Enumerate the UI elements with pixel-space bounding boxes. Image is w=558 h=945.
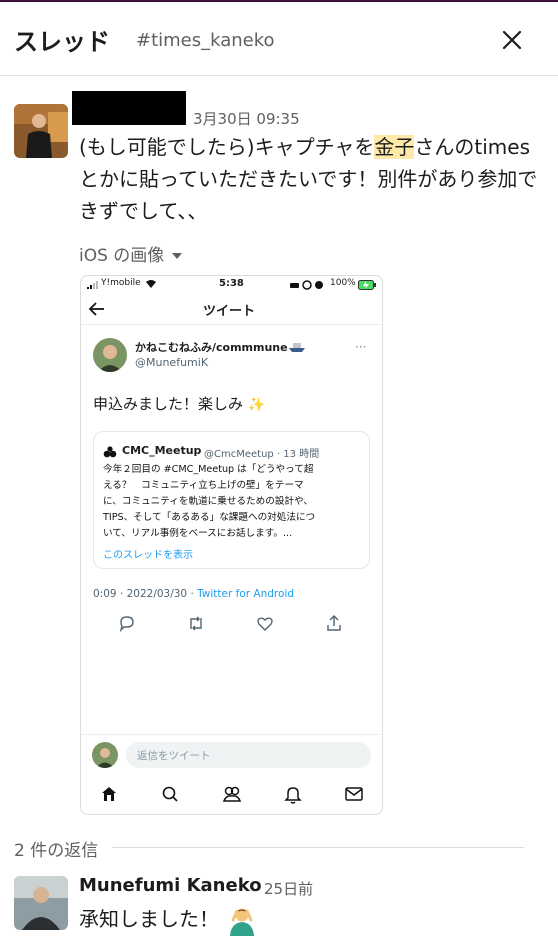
back-arrow-icon[interactable]	[88, 301, 106, 317]
tweet-meta: 0:09 · 2022/03/30 · Twitter for Android	[93, 588, 294, 600]
thread-header: スレッド #times_kaneko	[0, 2, 558, 76]
ship-icon	[289, 343, 305, 352]
channel-name[interactable]: #times_kaneko	[136, 30, 275, 51]
close-icon[interactable]	[498, 26, 526, 54]
notifications-icon[interactable]	[284, 785, 302, 804]
reply-text: 承知しました！	[79, 907, 219, 931]
tweet-source-link[interactable]: Twitter for Android	[197, 588, 294, 600]
message-timestamp[interactable]: 3月30日 09:35	[193, 108, 300, 129]
chevron-down-icon	[172, 253, 183, 259]
reply-author-name[interactable]: Munefumi Kaneko	[79, 875, 262, 896]
search-icon[interactable]	[161, 785, 179, 803]
signal-icon	[87, 281, 98, 289]
cmc-logo-icon	[103, 446, 117, 458]
reply-input[interactable]: 返信をツイート	[126, 742, 371, 768]
reply-icon[interactable]	[118, 615, 136, 632]
like-icon[interactable]	[256, 615, 274, 632]
quote-line: 今年２回目の #CMC_Meetup は「どうやって超	[103, 464, 314, 475]
image-attachment[interactable]: Y!mobile 5:38 100% ツイート かねこむねふみ/commmune	[80, 275, 383, 815]
status-time: 5:38	[219, 278, 244, 289]
tweet-page-title: ツイート	[203, 304, 256, 319]
reply-avatar	[92, 742, 118, 768]
divider	[81, 734, 382, 735]
more-options-icon[interactable]: ···	[355, 340, 366, 354]
quote-body: 今年２回目の #CMC_Meetup は「どうやって超 える？ コミュニティ立ち…	[103, 462, 365, 542]
attachment-label: iOS の画像	[79, 246, 165, 266]
quote-line: える？ コミュニティ立ち上げの壁」をテーマ	[103, 480, 304, 491]
battery-percent: 100%	[330, 278, 356, 288]
tweet-user-handle[interactable]: @MunefumiK	[135, 356, 208, 369]
tweet-meta-time: 0:09 · 2022/03/30 ·	[93, 588, 198, 600]
carrier-name: Y!mobile	[101, 278, 141, 288]
home-icon[interactable]	[100, 785, 118, 803]
show-thread-link[interactable]: このスレッドを表示	[103, 546, 193, 561]
avatar[interactable]	[14, 876, 68, 930]
redacted-username	[72, 91, 186, 125]
spaces-icon[interactable]	[222, 785, 242, 803]
quote-line: に、コミュニティを軌道に乗せるための設計や、	[103, 496, 313, 507]
bowing-person-emoji-icon	[230, 908, 255, 936]
quote-line: TIPS、そして「あるある」な課題への対処法につ	[103, 512, 316, 523]
tweet-text-row: 申込みました！楽しみ ✨	[93, 393, 265, 414]
quote-author-handle: @CmcMeetup · 13 時間	[204, 449, 320, 460]
tweet-user-name[interactable]: かねこむねふみ/commmune	[135, 339, 288, 355]
quoted-tweet[interactable]: CMC_Meetup @CmcMeetup · 13 時間 今年２回目の #CM…	[93, 431, 370, 569]
quote-line: いて、リアル事例をベースにお話します。...	[103, 528, 293, 539]
highlighted-keyword: 金子	[374, 135, 415, 159]
battery-icon	[358, 280, 376, 290]
thread-title: スレッド	[14, 28, 110, 56]
status-icons	[290, 280, 323, 290]
messages-icon[interactable]	[344, 786, 364, 802]
message-text-part: (もし可能でしたら)キャプチャを	[79, 135, 375, 159]
retweet-icon[interactable]	[187, 615, 205, 632]
avatar[interactable]	[14, 104, 68, 158]
reply-body: 承知しました！	[79, 903, 257, 936]
share-icon[interactable]	[325, 614, 343, 632]
message-body: (もし可能でしたら)キャプチャを金子さんのtimesとかに貼っていただきたいです…	[79, 131, 539, 227]
reply-timestamp[interactable]: 25日前	[264, 878, 313, 899]
tweet-text: 申込みました！楽しみ	[93, 395, 244, 413]
quote-author-name: CMC_Meetup	[122, 444, 202, 457]
status-bar: Y!mobile 5:38 100%	[87, 278, 377, 292]
attachment-toggle[interactable]: iOS の画像	[79, 241, 183, 266]
tweet-avatar[interactable]	[93, 338, 127, 372]
divider-line	[112, 847, 524, 848]
reply-placeholder: 返信をツイート	[137, 750, 211, 762]
replies-divider: 2 件の返信	[14, 836, 526, 861]
sparkles-icon: ✨	[247, 397, 266, 413]
replies-count: 2 件の返信	[14, 841, 99, 861]
divider	[81, 324, 382, 325]
wifi-icon	[146, 280, 156, 288]
